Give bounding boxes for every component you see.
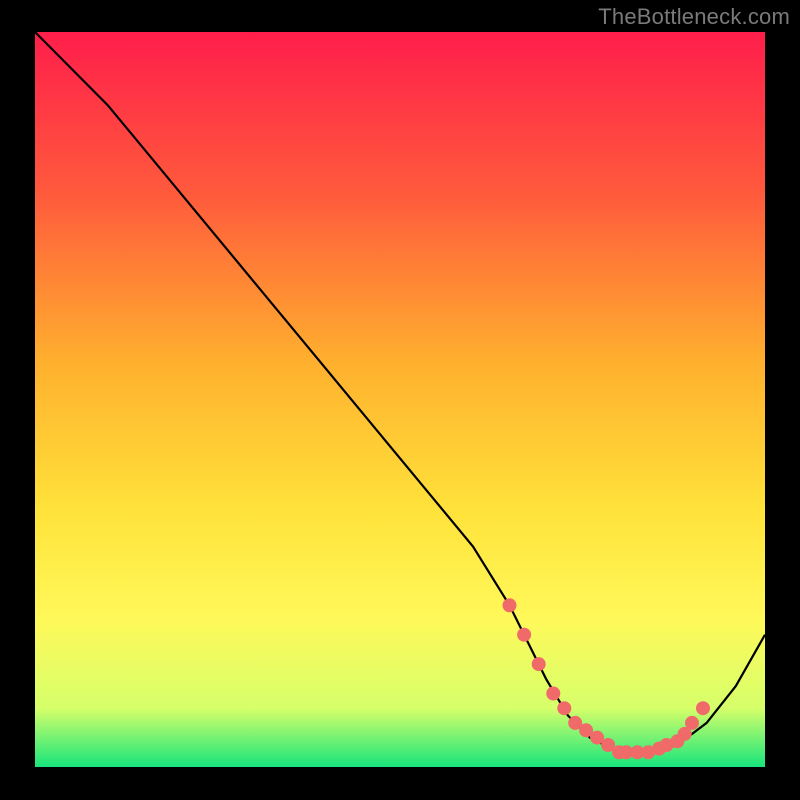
trough-dot bbox=[558, 702, 571, 715]
trough-dot bbox=[686, 716, 699, 729]
trough-dot bbox=[697, 702, 710, 715]
trough-dot bbox=[532, 658, 545, 671]
trough-dot bbox=[503, 599, 516, 612]
trough-dot bbox=[591, 731, 604, 744]
watermark-text: TheBottleneck.com bbox=[598, 4, 790, 30]
trough-dot bbox=[547, 687, 560, 700]
gradient-background bbox=[35, 32, 765, 767]
trough-dot bbox=[518, 628, 531, 641]
plot-svg bbox=[35, 32, 765, 767]
chart-frame: TheBottleneck.com bbox=[0, 0, 800, 800]
trough-dot bbox=[678, 727, 691, 740]
trough-dot bbox=[580, 724, 593, 737]
plot-area bbox=[35, 32, 765, 767]
